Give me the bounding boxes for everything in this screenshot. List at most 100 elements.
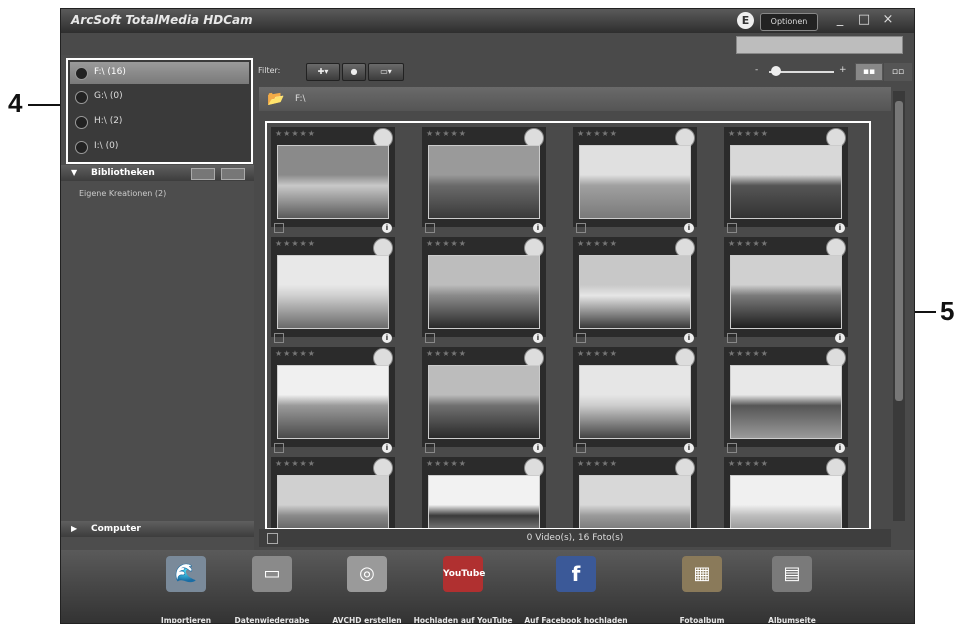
drive-item-i[interactable]: I:\ (0) — [70, 136, 249, 158]
photo-image[interactable] — [730, 475, 842, 528]
photo-thumbnail[interactable]: ★★★★★ i — [724, 127, 848, 233]
action-label: AVCHD erstellen — [332, 616, 402, 624]
library-remove-button[interactable] — [221, 168, 245, 180]
photo-thumbnail[interactable]: ★★★★★i — [573, 457, 697, 528]
photo-image[interactable] — [277, 475, 389, 528]
photo-image[interactable] — [579, 255, 691, 329]
rating-stars-icon[interactable]: ★★★★★ — [426, 459, 467, 468]
sort-dropdown[interactable]: ✚▾ — [306, 63, 340, 81]
rating-stars-icon[interactable]: ★★★★★ — [728, 239, 769, 248]
rating-stars-icon[interactable]: ★★★★★ — [426, 349, 467, 358]
photo-thumbnail[interactable]: ★★★★★i — [724, 457, 848, 528]
photo-album-button[interactable]: ▦ Fotoalbum — [677, 556, 727, 623]
info-icon[interactable]: i — [684, 443, 694, 453]
photo-image[interactable] — [579, 365, 691, 439]
photo-thumbnail[interactable]: ★★★★★ i — [422, 347, 546, 453]
photo-thumbnail[interactable]: ★★★★★ i — [422, 237, 546, 343]
info-icon[interactable]: i — [382, 223, 392, 233]
minimize-icon[interactable]: _ — [830, 11, 850, 29]
photo-image[interactable] — [730, 365, 842, 439]
photo-image[interactable] — [277, 145, 389, 219]
rating-stars-icon[interactable]: ★★★★★ — [275, 349, 316, 358]
computer-header[interactable]: ▶ Computer — [61, 521, 254, 537]
photo-thumbnail[interactable]: ★★★★★ i — [271, 237, 395, 343]
rating-stars-icon[interactable]: ★★★★★ — [275, 459, 316, 468]
photo-thumbnail[interactable]: ★★★★★ i — [573, 347, 697, 453]
drive-item-g[interactable]: G:\ (0) — [70, 86, 249, 108]
rotate-button[interactable]: ● — [342, 63, 366, 81]
album-page-button[interactable]: ▤ Albumseite — [767, 556, 817, 623]
photo-image[interactable] — [428, 255, 540, 329]
photo-thumbnail[interactable]: ★★★★★ i — [573, 127, 697, 233]
photo-image[interactable] — [428, 365, 540, 439]
photo-thumbnail[interactable]: ★★★★★i — [271, 457, 395, 528]
photo-image[interactable] — [277, 365, 389, 439]
library-item[interactable]: Eigene Kreationen (2) — [79, 189, 166, 198]
info-icon[interactable]: i — [533, 443, 543, 453]
grid-view-icon[interactable]: ▪▪ — [855, 63, 883, 81]
filter-label: Filter: — [258, 66, 281, 75]
info-icon[interactable]: i — [835, 443, 845, 453]
search-input[interactable] — [736, 36, 903, 54]
rating-stars-icon[interactable]: ★★★★★ — [426, 239, 467, 248]
rating-stars-icon[interactable]: ★★★★★ — [275, 239, 316, 248]
info-icon[interactable]: i — [533, 223, 543, 233]
info-icon[interactable]: i — [684, 223, 694, 233]
photo-thumbnail[interactable]: ★★★★★ i — [271, 127, 395, 233]
media-type-icon — [727, 333, 737, 343]
rating-stars-icon[interactable]: ★★★★★ — [728, 349, 769, 358]
photo-thumbnail[interactable]: ★★★★★ i — [724, 237, 848, 343]
media-type-icon — [274, 223, 284, 233]
app-title: ArcSoft TotalMedia HDCam — [71, 13, 253, 27]
info-icon[interactable]: i — [382, 333, 392, 343]
rating-stars-icon[interactable]: ★★★★★ — [577, 459, 618, 468]
disc-icon — [75, 141, 88, 154]
toolbar: Filter: ✚▾ ● ▭▾ - + ▪▪ ▫▫ — [256, 61, 912, 83]
rating-stars-icon[interactable]: ★★★★★ — [577, 129, 618, 138]
scrollbar-thumb[interactable] — [895, 101, 903, 401]
drive-item-f[interactable]: F:\ (16) — [70, 62, 249, 84]
info-icon[interactable]: i — [533, 333, 543, 343]
close-icon[interactable]: × — [878, 11, 898, 29]
photo-thumbnail[interactable]: ★★★★★ i — [573, 237, 697, 343]
youtube-upload-button[interactable]: YouTube Hochladen auf YouTube — [414, 556, 512, 623]
info-icon[interactable]: i — [835, 333, 845, 343]
photo-image[interactable] — [277, 255, 389, 329]
photo-image[interactable] — [579, 145, 691, 219]
rating-stars-icon[interactable]: ★★★★★ — [728, 129, 769, 138]
action-label: Importieren — [160, 616, 212, 624]
photo-image[interactable] — [730, 255, 842, 329]
photo-image[interactable] — [730, 145, 842, 219]
photo-image[interactable] — [428, 475, 540, 528]
photo-thumbnail[interactable]: ★★★★★i — [422, 457, 546, 528]
photo-thumbnail[interactable]: ★★★★★ i — [724, 347, 848, 453]
photo-image[interactable] — [579, 475, 691, 528]
info-icon[interactable]: i — [684, 333, 694, 343]
zoom-slider-handle[interactable] — [771, 66, 781, 76]
options-button[interactable]: Optionen — [760, 13, 818, 31]
info-icon[interactable]: i — [835, 223, 845, 233]
data-playback-button[interactable]: ▭ Datenwiedergabe — [235, 556, 309, 623]
photo-thumbnail[interactable]: ★★★★★ i — [271, 347, 395, 453]
drive-label: G:\ (0) — [94, 91, 123, 101]
facebook-upload-button[interactable]: f Auf Facebook hochladen — [524, 556, 628, 623]
folder-icon: 📂 — [267, 91, 285, 107]
grid-scrollbar[interactable] — [893, 91, 905, 521]
callout-4: 4 — [8, 88, 23, 118]
avchd-create-button[interactable]: ◎ AVCHD erstellen — [332, 556, 402, 623]
import-button[interactable]: 🌊 Importieren — [161, 556, 211, 623]
rating-stars-icon[interactable]: ★★★★★ — [426, 129, 467, 138]
view-mode-dropdown[interactable]: ▭▾ — [368, 63, 404, 81]
rating-stars-icon[interactable]: ★★★★★ — [577, 239, 618, 248]
library-header[interactable]: ▼ Bibliotheken — [61, 165, 254, 181]
photo-image[interactable] — [428, 145, 540, 219]
info-icon[interactable]: i — [382, 443, 392, 453]
rating-stars-icon[interactable]: ★★★★★ — [728, 459, 769, 468]
photo-thumbnail[interactable]: ★★★★★ i — [422, 127, 546, 233]
rating-stars-icon[interactable]: ★★★★★ — [577, 349, 618, 358]
rating-stars-icon[interactable]: ★★★★★ — [275, 129, 316, 138]
drive-item-h[interactable]: H:\ (2) — [70, 111, 249, 133]
library-add-button[interactable] — [191, 168, 215, 180]
list-view-icon[interactable]: ▫▫ — [884, 63, 912, 81]
maximize-icon[interactable]: □ — [854, 11, 874, 29]
